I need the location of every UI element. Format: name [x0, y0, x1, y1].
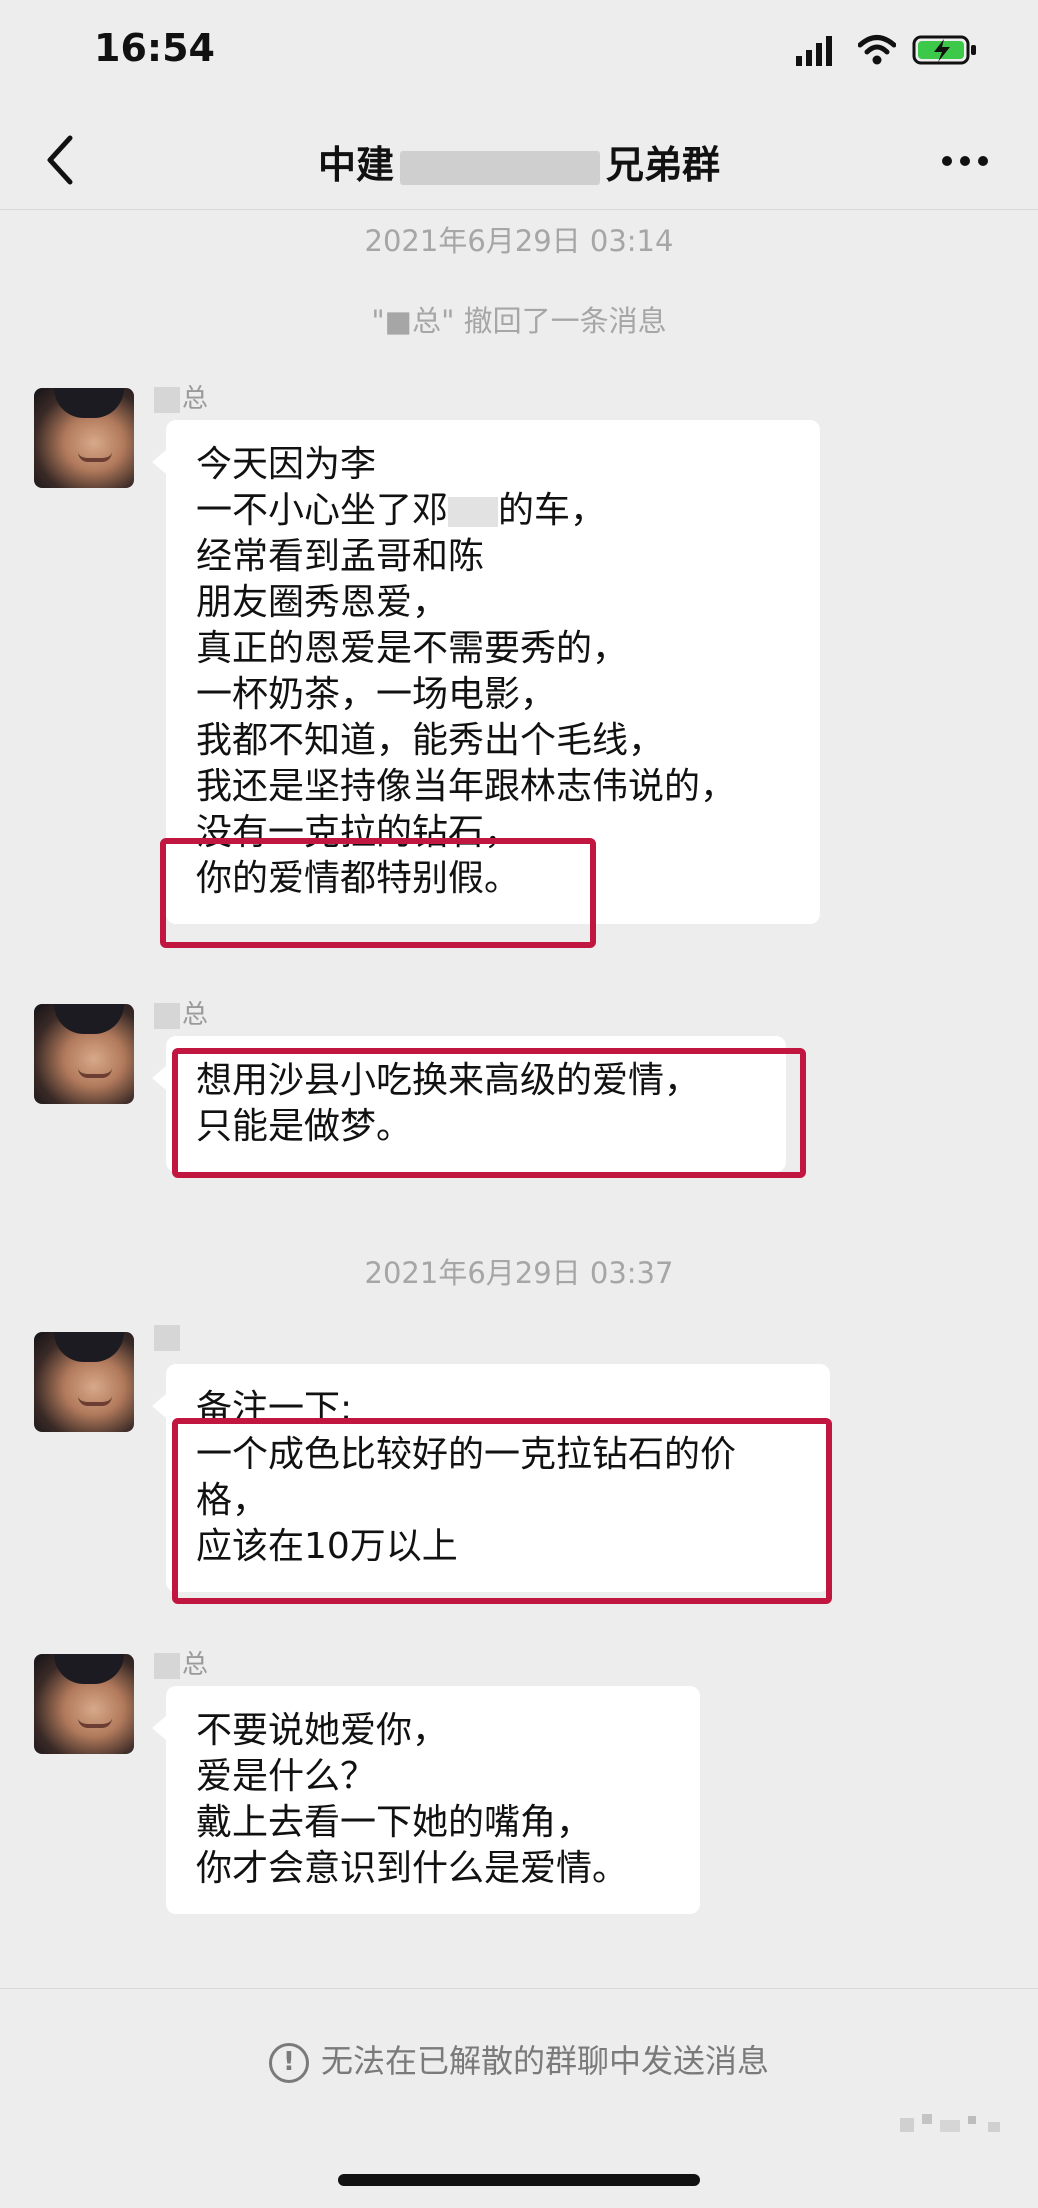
message-bubble[interactable]: 今天因为李 一不小心坐了邓 的车， 经常看到孟哥和陈 朋友圈秀恩爱， 真正的恩爱是… [152, 420, 820, 924]
sender-name: 总 [154, 378, 208, 415]
message-line: 备注一下: [196, 1388, 353, 1429]
recall-notice: "■总" 撤回了一条消息 [371, 304, 667, 338]
message-line: 应该在10万以上 [196, 1526, 458, 1567]
info-icon: ! [268, 2043, 309, 2083]
message-line: 不要说她爱你， [196, 1710, 449, 1751]
message-line: 一不小心坐了邓 的车， [196, 490, 607, 531]
home-indicator[interactable] [338, 2174, 700, 2186]
timestamp: 2021年6月29日 03:14 [364, 224, 674, 258]
message-line: 爱是什么？ [196, 1756, 377, 1797]
message-bubble[interactable]: 备注一下: 一个成色比较好的一克拉钻石的价 格， 应该在10万以上 [152, 1364, 830, 1592]
signal-icon [796, 36, 832, 66]
message-line: 真正的恩爱是不需要秀的， [196, 628, 629, 669]
more-dots-icon[interactable] [940, 146, 990, 176]
title-redaction [400, 150, 600, 185]
status-bar: 16:54 [0, 0, 1038, 100]
avatar[interactable] [34, 388, 134, 488]
battery-charging-icon [912, 35, 976, 65]
avatar[interactable] [34, 1004, 134, 1104]
chat-title-end: 兄弟群 [606, 143, 721, 187]
sender-name [154, 1322, 182, 1352]
chat-title-start: 中建 [317, 143, 394, 187]
footer-divider [0, 1988, 1038, 1989]
message-line: 戴上去看一下她的嘴角， [196, 1802, 593, 1843]
wifi-icon [858, 35, 896, 65]
chat-title: 中建 兄弟群 [0, 134, 1038, 189]
message-line: 你的爱情都特别假。 [196, 858, 521, 899]
message-line: 我都不知道，能秀出个毛线， [196, 720, 665, 761]
watermark-icon [900, 2114, 1000, 2132]
message-line: 朋友圈秀恩爱， [196, 582, 449, 623]
message-line: 没有一克拉的钻石， [196, 812, 521, 853]
message-line: 我还是坚持像当年跟林志伟说的， [196, 766, 737, 807]
nav-bar: 中建 兄弟群 [0, 110, 1038, 210]
message-line: 一杯奶茶，一场电影， [196, 674, 557, 715]
message-bubble[interactable]: 想用沙县小吃换来高级的爱情， 只能是做梦。 [152, 1036, 786, 1172]
message-line: 只能是做梦。 [196, 1106, 413, 1147]
timestamp: 2021年6月29日 03:37 [364, 1256, 674, 1290]
avatar[interactable] [34, 1654, 134, 1754]
sender-name: 总 [154, 1644, 208, 1681]
sender-name: 总 [154, 994, 208, 1031]
message-line: 你才会意识到什么是爱情。 [196, 1848, 629, 1889]
message-bubble[interactable]: 不要说她爱你， 爱是什么？ 戴上去看一下她的嘴角， 你才会意识到什么是爱情。 [152, 1686, 700, 1914]
message-line: 格， [196, 1480, 269, 1521]
disbanded-notice-text: 无法在已解散的群聊中发送消息 [320, 2042, 769, 2080]
message-line: 今天因为李 [196, 444, 377, 485]
disbanded-notice: ! 无法在已解散的群聊中发送消息 [0, 2036, 1038, 2083]
message-line: 经常看到孟哥和陈 [196, 536, 485, 577]
status-time: 16:54 [94, 26, 215, 70]
avatar[interactable] [34, 1332, 134, 1432]
message-line: 一个成色比较好的一克拉钻石的价 [196, 1434, 737, 1475]
message-line: 想用沙县小吃换来高级的爱情， [196, 1060, 701, 1101]
